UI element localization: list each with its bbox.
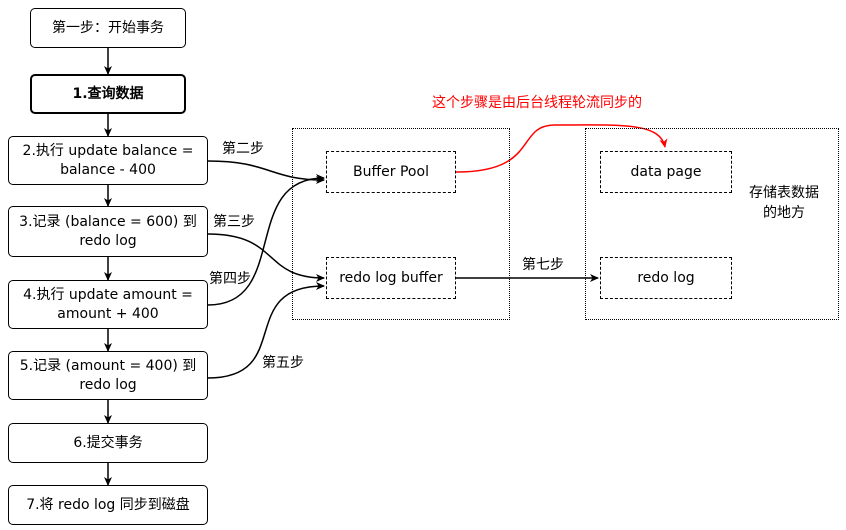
step-query-data: 1.查询数据 (30, 74, 186, 114)
edge-label-step5: 第五步 (262, 355, 304, 371)
step-log-balance: 3.记录 (balance = 600) 到 redo log (8, 206, 208, 257)
step-start-transaction: 第一步：开始事务 (30, 8, 186, 48)
step-log-amount: 5.记录 (amount = 400) 到 redo log (8, 351, 208, 400)
step-update-balance: 2.执行 update balance = balance - 400 (8, 136, 208, 185)
step-flush-redo-log: 7.将 redo log 同步到磁盘 (8, 485, 208, 525)
data-page-box: data page (600, 151, 732, 193)
step-commit: 6.提交事务 (8, 423, 208, 463)
edge-label-step4: 第四步 (209, 271, 251, 287)
redo-log-box: redo log (600, 257, 732, 299)
edge-label-step7: 第七步 (522, 257, 564, 273)
data-storage-note: 存储表数据 的地方 (749, 185, 819, 221)
step-update-amount: 4.执行 update amount = amount + 400 (8, 280, 208, 329)
redo-log-buffer-box: redo log buffer (326, 257, 456, 299)
edge-label-step2: 第二步 (222, 141, 264, 157)
buffer-pool-box: Buffer Pool (326, 151, 456, 193)
edge-label-step3: 第三步 (213, 214, 255, 230)
sync-note: 这个步骤是由后台线程轮流同步的 (432, 95, 642, 111)
